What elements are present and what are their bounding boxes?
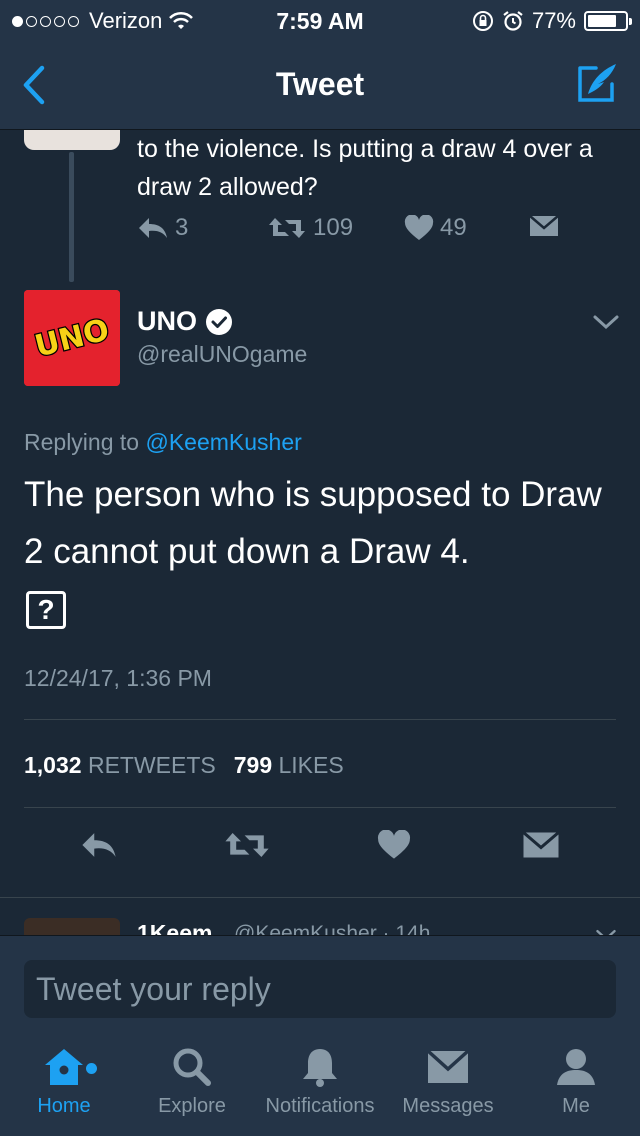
compose-tweet-icon[interactable] xyxy=(572,58,622,108)
replying-to-link[interactable]: @KeemKusher xyxy=(145,429,301,455)
reply-icon xyxy=(139,218,167,238)
person-icon xyxy=(557,1049,595,1085)
tab-notifications[interactable]: Notifications xyxy=(256,1045,384,1118)
envelope-icon xyxy=(529,215,559,236)
retweets-stat[interactable]: 1,032 RETWEETS xyxy=(24,752,216,779)
chevron-down-icon[interactable] xyxy=(592,313,620,331)
replying-to: Replying to @KeemKusher xyxy=(24,429,302,456)
previous-like-button[interactable]: 49 xyxy=(404,214,467,242)
verified-badge-icon xyxy=(206,308,232,335)
tweet-text: The person who is supposed to Draw 2 can… xyxy=(24,475,602,571)
previous-dm-button[interactable] xyxy=(529,214,559,238)
retweet-count: 1,032 xyxy=(24,752,82,778)
uno-avatar[interactable]: UNO xyxy=(24,290,120,386)
heart-icon xyxy=(404,215,434,240)
missing-emoji-glyph: ? xyxy=(26,591,66,629)
tab-me[interactable]: Me xyxy=(512,1045,640,1118)
tab-me-label: Me xyxy=(562,1095,590,1117)
next-tweet-display-name[interactable]: 1Keem xyxy=(137,920,212,935)
tab-home-label: Home xyxy=(37,1095,91,1117)
retweet-icon[interactable] xyxy=(223,830,271,860)
search-icon xyxy=(173,1048,211,1086)
previous-retweet-button[interactable]: 109 xyxy=(267,214,353,242)
status-right: 77% xyxy=(472,8,632,34)
status-bar: Verizon 7:59 AM 77% xyxy=(0,0,640,40)
previous-reply-count: 3 xyxy=(175,214,189,241)
tab-explore-label: Explore xyxy=(158,1095,226,1117)
retweet-icon xyxy=(269,218,305,238)
display-name[interactable]: UNO xyxy=(137,306,233,337)
engagement-stats: 1,032 RETWEETS 799 LIKES xyxy=(24,752,344,779)
chevron-down-icon[interactable] xyxy=(594,928,618,935)
likes-stat[interactable]: 799 LIKES xyxy=(234,752,344,779)
home-icon xyxy=(45,1049,83,1085)
replying-to-prefix: Replying to xyxy=(24,429,140,455)
tweet-timestamp: 12/24/17, 1:36 PM xyxy=(24,665,212,691)
previous-like-count: 49 xyxy=(440,214,467,241)
page-title: Tweet xyxy=(275,66,365,102)
battery-percent: 77% xyxy=(531,8,576,33)
reply-input[interactable] xyxy=(24,960,616,1018)
rotation-lock-icon xyxy=(472,11,493,31)
previous-reply-button[interactable]: 3 xyxy=(137,214,188,242)
envelope-icon[interactable] xyxy=(522,830,560,860)
divider xyxy=(24,719,616,720)
alarm-icon xyxy=(503,11,523,31)
heart-icon[interactable] xyxy=(377,830,411,860)
divider xyxy=(0,897,640,898)
display-name-text: UNO xyxy=(137,306,197,336)
bell-icon xyxy=(303,1049,337,1087)
uno-logo: UNO xyxy=(24,290,120,386)
previous-tweet-avatar[interactable] xyxy=(24,130,120,150)
new-content-dot xyxy=(86,1063,97,1074)
tab-home[interactable]: Home xyxy=(0,1045,128,1118)
tweet-detail: to the violence. Is putting a draw 4 ove… xyxy=(0,130,640,935)
retweet-label: RETWEETS xyxy=(87,752,216,778)
next-tweet-avatar[interactable] xyxy=(24,918,120,935)
divider xyxy=(24,807,616,808)
user-handle[interactable]: @realUNOgame xyxy=(137,341,307,368)
next-tweet-handle[interactable]: @KeemKusher · 14h xyxy=(234,922,430,935)
tab-explore[interactable]: Explore xyxy=(128,1045,256,1118)
previous-retweet-count: 109 xyxy=(313,214,354,241)
thread-connector-line xyxy=(69,152,74,282)
tab-notifications-label: Notifications xyxy=(265,1095,375,1117)
tab-messages[interactable]: Messages xyxy=(384,1045,512,1118)
envelope-icon xyxy=(426,1049,470,1083)
navigation-bar: Tweet xyxy=(0,40,640,130)
previous-tweet-text: to the violence. Is putting a draw 4 ove… xyxy=(137,135,593,201)
reply-icon[interactable] xyxy=(80,830,118,860)
like-count: 799 xyxy=(233,752,273,778)
reply-bar xyxy=(0,935,640,1033)
battery-icon xyxy=(584,11,632,31)
tab-bar: Home Explore Notifications Messages Me xyxy=(0,1033,640,1136)
tab-messages-label: Messages xyxy=(402,1095,494,1117)
like-label: LIKES xyxy=(278,752,344,778)
